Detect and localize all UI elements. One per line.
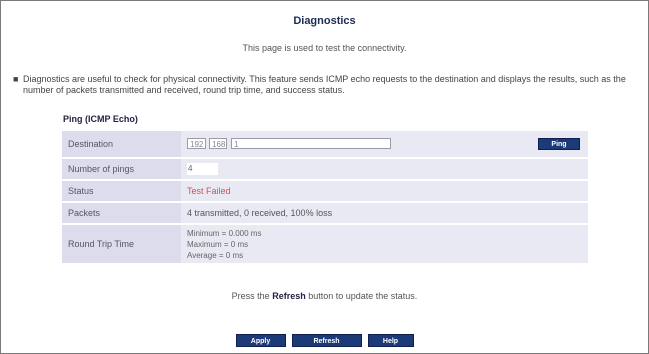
number-of-pings-input[interactable]: 4 xyxy=(187,163,218,175)
number-cell: 4 xyxy=(181,159,588,179)
number-row: Number of pings 4 xyxy=(62,159,588,179)
destination-cell: 192 168 1 Ping xyxy=(181,131,588,157)
destination-octet-2-input[interactable]: 168 xyxy=(209,138,227,149)
packets-row: Packets 4 transmitted, 0 received, 100% … xyxy=(62,203,588,223)
rtt-minimum: Minimum = 0.000 ms xyxy=(187,228,262,238)
bullet-icon: ■ xyxy=(13,74,19,84)
refresh-note-prefix: Press the xyxy=(231,291,273,301)
intro-paragraph: ■ Diagnostics are useful to check for ph… xyxy=(13,74,638,96)
page-title: Diagnostics xyxy=(293,15,356,27)
packets-label: Packets xyxy=(62,203,181,223)
ping-start-button[interactable]: Ping xyxy=(538,138,580,150)
rtt-average: Average = 0 ms xyxy=(187,250,244,260)
refresh-note: Press the Refresh button to update the s… xyxy=(1,291,648,301)
rtt-cell: Minimum = 0.000 ms Maximum = 0 ms Averag… xyxy=(181,225,588,263)
status-cell: Test Failed xyxy=(181,181,588,201)
apply-button[interactable]: Apply xyxy=(235,334,286,347)
page-subtitle: This page is used to test the connectivi… xyxy=(242,43,407,53)
destination-row: Destination 192 168 1 Ping xyxy=(62,131,588,157)
rtt-row: Round Trip Time Minimum = 0.000 ms Maxim… xyxy=(62,225,588,263)
intro-text: Diagnostics are useful to check for phys… xyxy=(23,74,626,95)
rtt-maximum: Maximum = 0 ms xyxy=(187,239,249,249)
ping-table: Destination 192 168 1 Ping Number of pin… xyxy=(62,129,588,265)
refresh-button[interactable]: Refresh xyxy=(291,334,362,347)
refresh-note-suffix: button to update the status. xyxy=(305,291,418,301)
help-button[interactable]: Help xyxy=(367,334,414,347)
destination-label: Destination xyxy=(62,131,181,157)
status-value: Test Failed xyxy=(187,186,231,196)
packets-value: 4 transmitted, 0 received, 100% loss xyxy=(181,203,588,223)
ping-section-title: Ping (ICMP Echo) xyxy=(63,114,138,124)
destination-octet-1-input[interactable]: 192 xyxy=(187,138,206,149)
footer-buttons: Apply Refresh Help xyxy=(1,334,648,347)
destination-address-input[interactable]: 1 xyxy=(231,138,391,149)
status-row: Status Test Failed xyxy=(62,181,588,201)
rtt-label: Round Trip Time xyxy=(62,225,181,263)
number-label: Number of pings xyxy=(62,159,181,179)
refresh-note-bold: Refresh xyxy=(272,291,306,301)
status-label: Status xyxy=(62,181,181,201)
diagnostics-panel: Diagnostics This page is used to test th… xyxy=(0,0,649,354)
